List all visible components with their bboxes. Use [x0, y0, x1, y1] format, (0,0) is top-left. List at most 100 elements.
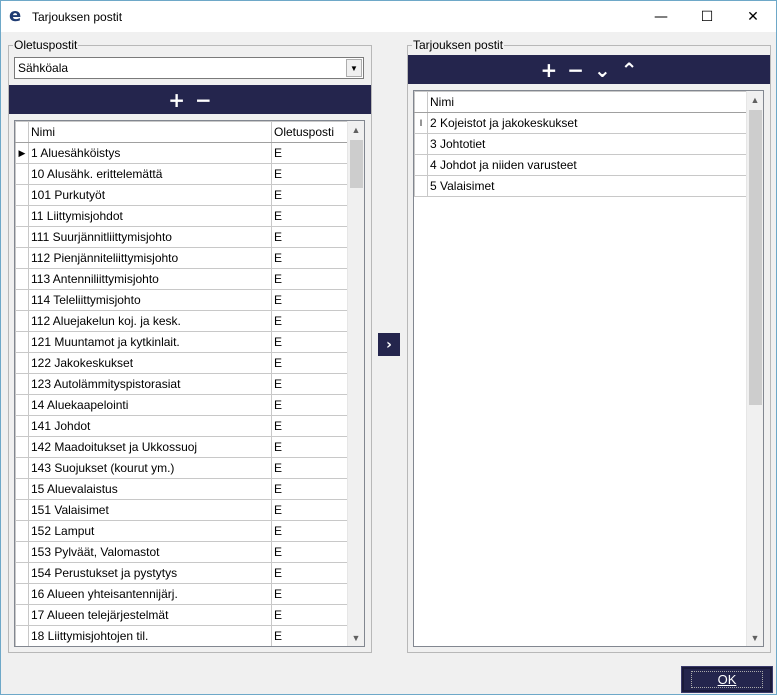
row-name-cell[interactable]: 14 Aluekaapelointi [28, 394, 272, 416]
scroll-thumb[interactable] [749, 110, 762, 405]
row-default-cell[interactable]: E [271, 142, 349, 164]
table-row[interactable]: 122 Jakokeskukset E [15, 352, 349, 374]
table-row[interactable]: 11 Liittymisjohdot E [15, 205, 349, 227]
left-scrollbar[interactable]: ▲ ▼ [347, 121, 364, 646]
row-name-cell[interactable]: 154 Perustukset ja pystytys [28, 562, 272, 584]
row-default-cell[interactable]: E [271, 289, 349, 311]
row-name-cell[interactable]: 10 Alusähk. erittelemättä [28, 163, 272, 185]
table-row[interactable]: 112 Pienjänniteliittymisjohto E [15, 247, 349, 269]
row-name-cell[interactable]: 152 Lamput [28, 520, 272, 542]
table-row[interactable]: 15 Aluevalaistus E [15, 478, 349, 500]
row-indicator[interactable] [15, 331, 29, 353]
row-name-cell[interactable]: 17 Alueen telejärjestelmät [28, 604, 272, 626]
table-row[interactable]: 10 Alusähk. erittelemättä E [15, 163, 349, 185]
row-default-cell[interactable]: E [271, 415, 349, 437]
table-row[interactable]: 142 Maadoitukset ja Ukkossuoj E [15, 436, 349, 458]
column-header-name[interactable]: Nimi [427, 91, 748, 113]
row-indicator[interactable] [414, 175, 428, 197]
row-default-cell[interactable]: E [271, 604, 349, 626]
row-name-cell[interactable]: 112 Aluejakelun koj. ja kesk. [28, 310, 272, 332]
row-indicator[interactable] [15, 436, 29, 458]
row-indicator[interactable] [15, 541, 29, 563]
row-name-cell[interactable]: 114 Teleliittymisjohto [28, 289, 272, 311]
right-scrollbar[interactable]: ▲ ▼ [746, 91, 763, 646]
row-default-cell[interactable]: E [271, 247, 349, 269]
table-row[interactable]: 141 Johdot E [15, 415, 349, 437]
row-indicator[interactable] [15, 205, 29, 227]
row-indicator[interactable] [15, 583, 29, 605]
row-indicator[interactable] [15, 415, 29, 437]
move-up-icon[interactable]: ⌃ [621, 60, 638, 80]
row-name-cell[interactable]: 113 Antenniliittymisjohto [28, 268, 272, 290]
row-default-cell[interactable]: E [271, 352, 349, 374]
row-name-cell[interactable]: 11 Liittymisjohdot [28, 205, 272, 227]
row-indicator[interactable] [15, 352, 29, 374]
row-name-cell[interactable]: 112 Pienjänniteliittymisjohto [28, 247, 272, 269]
row-indicator[interactable] [15, 499, 29, 521]
table-row[interactable]: 111 Suurjännitliittymisjohto E [15, 226, 349, 248]
add-icon[interactable]: + [168, 90, 185, 110]
row-default-cell[interactable]: E [271, 499, 349, 521]
row-name-cell[interactable]: 153 Pylväät, Valomastot [28, 541, 272, 563]
add-icon[interactable]: + [540, 60, 557, 80]
row-default-cell[interactable]: E [271, 541, 349, 563]
row-default-cell[interactable]: E [271, 436, 349, 458]
row-default-cell[interactable]: E [271, 331, 349, 353]
category-select[interactable]: Sähköala ▼ [14, 57, 364, 79]
row-default-cell[interactable]: E [271, 268, 349, 290]
row-default-cell[interactable]: E [271, 394, 349, 416]
row-name-cell[interactable]: 18 Liittymisjohtojen til. [28, 625, 272, 646]
row-default-cell[interactable]: E [271, 373, 349, 395]
ok-button[interactable]: OK [681, 666, 773, 693]
row-default-cell[interactable]: E [271, 583, 349, 605]
scroll-up-icon[interactable]: ▲ [348, 121, 364, 138]
row-name-cell[interactable]: 15 Aluevalaistus [28, 478, 272, 500]
row-name-cell[interactable]: 143 Suojukset (kourut ym.) [28, 457, 272, 479]
row-indicator[interactable] [15, 310, 29, 332]
row-indicator[interactable] [15, 625, 29, 646]
row-indicator[interactable] [15, 562, 29, 584]
column-header-default[interactable]: Oletusposti [271, 121, 349, 143]
row-name-cell[interactable]: 122 Jakokeskukset [28, 352, 272, 374]
row-default-cell[interactable]: E [271, 478, 349, 500]
row-indicator[interactable] [414, 154, 428, 176]
row-indicator[interactable] [15, 247, 29, 269]
row-name-cell[interactable]: 111 Suurjännitliittymisjohto [28, 226, 272, 248]
row-default-cell[interactable]: E [271, 310, 349, 332]
row-name-cell[interactable]: 101 Purkutyöt [28, 184, 272, 206]
row-default-cell[interactable]: E [271, 226, 349, 248]
minimize-button[interactable]: — [638, 1, 684, 32]
row-name-cell[interactable]: 5 Valaisimet [427, 175, 748, 197]
row-indicator[interactable]: ▶ [15, 142, 29, 164]
table-row[interactable]: 154 Perustukset ja pystytys E [15, 562, 349, 584]
table-row[interactable]: 121 Muuntamot ja kytkinlait. E [15, 331, 349, 353]
scroll-up-icon[interactable]: ▲ [747, 91, 763, 108]
row-default-cell[interactable]: E [271, 562, 349, 584]
remove-icon[interactable]: − [567, 60, 584, 80]
row-default-cell[interactable]: E [271, 520, 349, 542]
row-indicator[interactable] [414, 133, 428, 155]
row-indicator[interactable] [15, 604, 29, 626]
row-indicator[interactable] [15, 289, 29, 311]
row-indicator[interactable]: I [414, 112, 428, 134]
dropdown-arrow-icon[interactable]: ▼ [346, 59, 362, 77]
scroll-down-icon[interactable]: ▼ [348, 629, 364, 646]
table-row[interactable]: 18 Liittymisjohtojen til. E [15, 625, 349, 646]
table-row[interactable]: 5 Valaisimet [414, 175, 748, 197]
row-indicator[interactable] [15, 373, 29, 395]
row-name-cell[interactable]: 16 Alueen yhteisantennijärj. [28, 583, 272, 605]
maximize-button[interactable]: ☐ [684, 1, 730, 32]
table-row[interactable]: 3 Johtotiet [414, 133, 748, 155]
table-row[interactable]: 123 Autolämmityspistorasiat E [15, 373, 349, 395]
close-button[interactable]: ✕ [730, 1, 776, 32]
table-row[interactable]: 4 Johdot ja niiden varusteet [414, 154, 748, 176]
row-indicator[interactable] [15, 184, 29, 206]
table-row[interactable]: 151 Valaisimet E [15, 499, 349, 521]
table-row[interactable]: ▶ 1 Aluesähköistys E [15, 142, 349, 164]
table-row[interactable]: 153 Pylväät, Valomastot E [15, 541, 349, 563]
row-indicator[interactable] [15, 226, 29, 248]
row-name-cell[interactable]: 123 Autolämmityspistorasiat [28, 373, 272, 395]
row-name-cell[interactable]: 141 Johdot [28, 415, 272, 437]
row-indicator[interactable] [15, 394, 29, 416]
move-down-icon[interactable]: ⌄ [594, 60, 611, 80]
